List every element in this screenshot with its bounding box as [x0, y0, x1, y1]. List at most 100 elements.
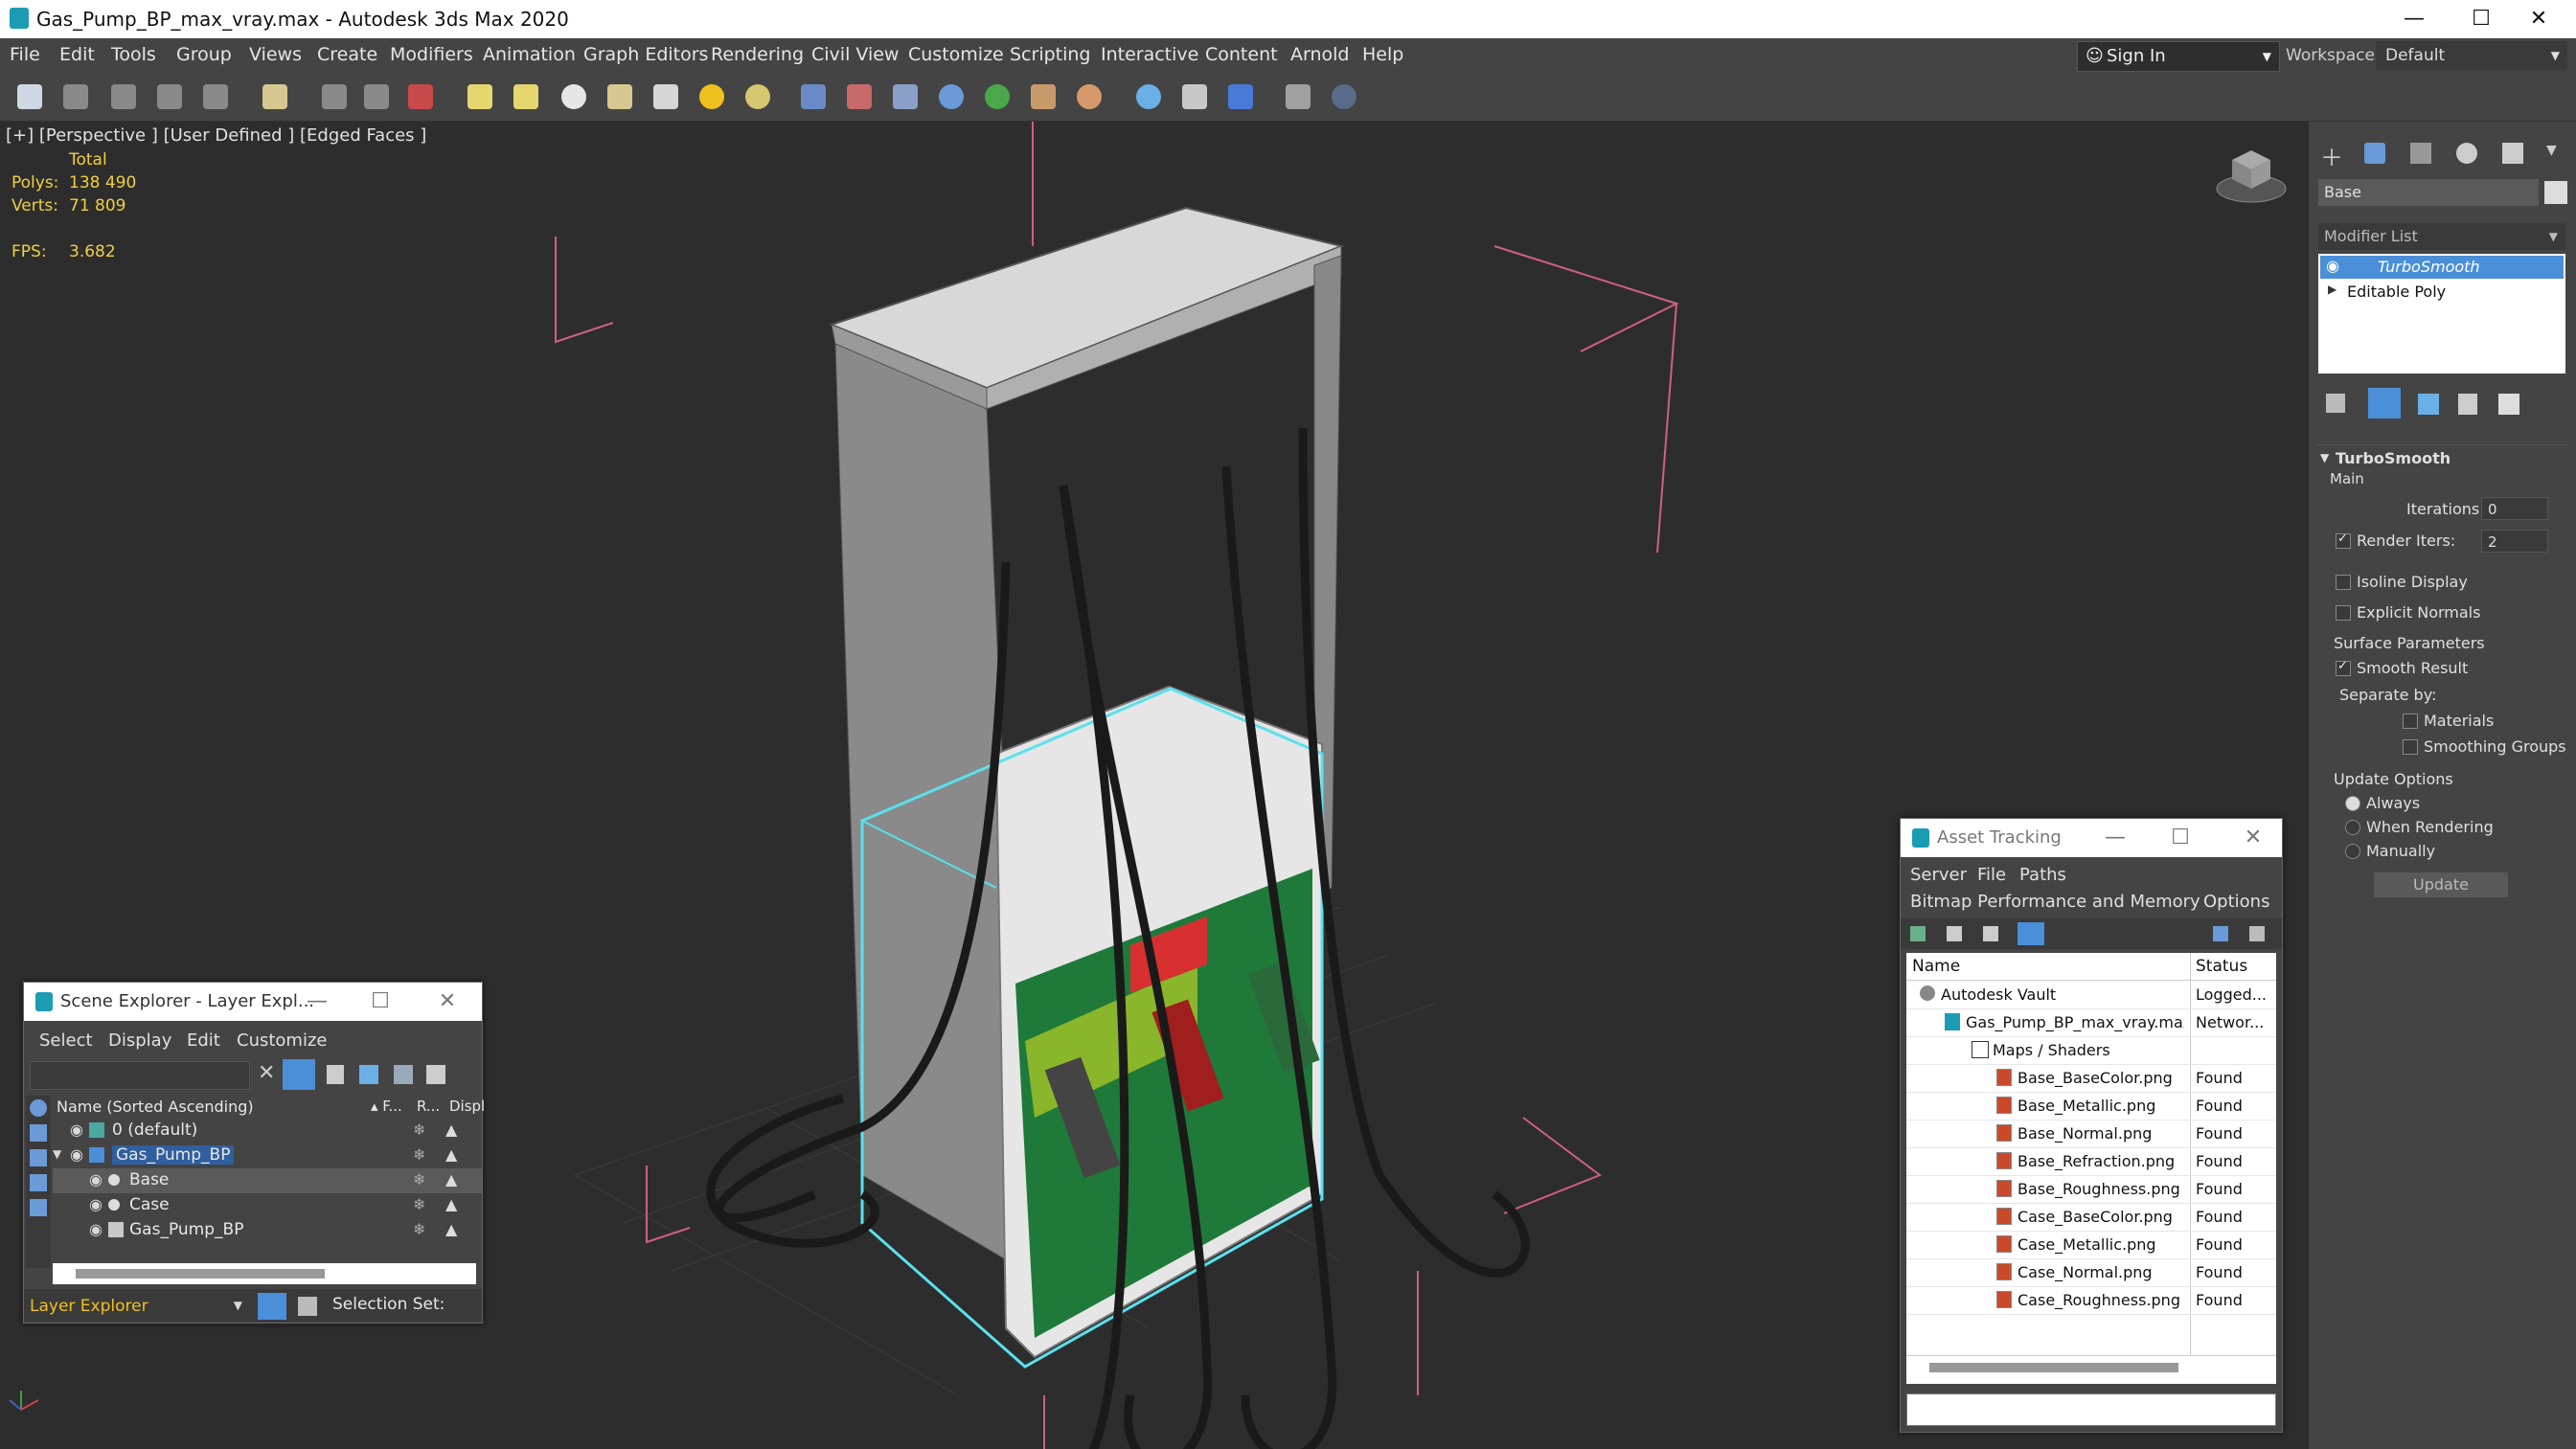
render-setup-icon[interactable] — [1077, 84, 1102, 109]
select-move-icon[interactable] — [322, 84, 347, 109]
column-display-header[interactable]: Displ — [449, 1098, 485, 1115]
select-rotate-icon[interactable] — [364, 84, 389, 109]
eye-icon[interactable]: ◉ — [89, 1195, 103, 1213]
asset-row[interactable]: Case_Metallic.png Found — [1906, 1231, 2276, 1259]
hierarchy-tab-icon[interactable] — [2410, 143, 2431, 164]
viewport-layout-icon[interactable] — [1286, 84, 1311, 109]
se-menu-display[interactable]: Display — [108, 1030, 171, 1051]
asset-row[interactable]: Base_Metallic.png Found — [1906, 1092, 2276, 1121]
hierarchy-icon[interactable] — [426, 1065, 445, 1084]
menu-animation[interactable]: Animation — [483, 44, 576, 65]
collapse-arrow-icon[interactable]: ▼ — [2320, 451, 2329, 464]
menu-customize[interactable]: Customize — [908, 44, 1004, 65]
object-row-selected[interactable]: ◉ Base ❄ ▲ — [53, 1168, 482, 1193]
workspace-select[interactable]: Default ▼ — [2376, 41, 2567, 70]
undo-icon[interactable] — [17, 84, 42, 109]
menu-views[interactable]: Views — [249, 44, 302, 65]
iterations-spinner[interactable]: 0 — [2481, 497, 2548, 520]
eye-icon[interactable]: ◉ — [89, 1220, 103, 1238]
select-scale-icon[interactable] — [408, 84, 433, 109]
render-frame-icon[interactable] — [1182, 84, 1207, 109]
sphere-icon[interactable] — [513, 84, 538, 109]
chevron-down-icon[interactable]: ▼ — [2546, 143, 2557, 158]
render-icon[interactable] — [1136, 84, 1161, 109]
remove-modifier-icon[interactable] — [2458, 394, 2477, 415]
link-icon[interactable] — [111, 84, 136, 109]
stack-item-editable-poly[interactable]: ▶ Editable Poly — [2320, 281, 2564, 304]
render-icon[interactable]: ▲ — [445, 1121, 457, 1139]
menu-arnold[interactable]: Arnold — [1290, 44, 1349, 65]
column-freeze-header[interactable]: ▴ F... — [371, 1098, 402, 1115]
render-iters-checkbox[interactable]: ✓ — [2336, 532, 2351, 549]
freeze-icon[interactable]: ❄ — [413, 1121, 425, 1139]
menu-modifiers[interactable]: Modifiers — [390, 44, 473, 65]
column-status-header[interactable]: Status — [2196, 957, 2247, 976]
freeze-icon[interactable]: ❄ — [413, 1170, 425, 1189]
render-icon[interactable]: ▲ — [445, 1220, 457, 1238]
close-button[interactable]: ✕ — [2500, 0, 2576, 38]
update-button[interactable]: Update — [2374, 872, 2508, 897]
se-menu-customize[interactable]: Customize — [237, 1030, 327, 1051]
snap-icon[interactable] — [801, 84, 826, 109]
eye-icon[interactable]: ◉ — [70, 1145, 83, 1164]
help-icon[interactable] — [2213, 926, 2228, 941]
at-menu-server[interactable]: Server — [1910, 865, 1967, 885]
at-menu-file[interactable]: File — [1977, 865, 2006, 885]
scene-explorer-titlebar[interactable]: Scene Explorer - Layer Expl... — ☐ ✕ — [24, 983, 482, 1021]
sign-in-dropdown[interactable]: ☺ Sign In ▼ — [2077, 41, 2280, 72]
asset-row[interactable]: Maps / Shaders — [1906, 1036, 2276, 1065]
mirror-icon[interactable] — [847, 84, 872, 109]
search-input[interactable] — [30, 1061, 250, 1090]
when-rendering-radio[interactable] — [2345, 820, 2360, 835]
freeze-icon[interactable]: ❄ — [413, 1195, 425, 1213]
column-render-header[interactable]: R... — [417, 1098, 440, 1115]
se-menu-select[interactable]: Select — [39, 1030, 93, 1051]
asset-row[interactable]: Autodesk Vault Logged... — [1906, 981, 2276, 1009]
explicit-normals-checkbox[interactable] — [2336, 605, 2351, 621]
maximize-button[interactable]: ☐ — [2159, 819, 2201, 857]
column-name-header[interactable]: Name (Sorted Ascending) — [57, 1098, 254, 1116]
horizontal-scrollbar[interactable] — [53, 1263, 476, 1284]
render-icon[interactable]: ▲ — [445, 1195, 457, 1213]
menu-content[interactable]: Content — [1205, 44, 1278, 65]
asset-row[interactable]: Gas_Pump_BP_max_vray.max Networ... — [1906, 1008, 2276, 1037]
select-filter-icon[interactable] — [262, 84, 287, 109]
collapse-arrow-icon[interactable]: ▼ — [53, 1147, 61, 1161]
object-name-field[interactable]: Base — [2318, 179, 2539, 206]
at-menu-paths[interactable]: Paths — [2019, 865, 2066, 885]
manually-radio[interactable] — [2345, 844, 2360, 859]
menu-interactive[interactable]: Interactive — [1101, 44, 1198, 65]
asset-row[interactable]: Case_Roughness.png Found — [1906, 1286, 2276, 1315]
menu-graph-editors[interactable]: Graph Editors — [583, 44, 708, 65]
add-layer-icon[interactable] — [359, 1065, 378, 1084]
smoothing-groups-checkbox[interactable] — [2403, 739, 2418, 755]
modify-tab-icon[interactable] — [2364, 143, 2385, 164]
schematic-icon[interactable] — [985, 84, 1010, 109]
curve-editor-icon[interactable] — [1031, 84, 1056, 109]
list-view-icon[interactable] — [1947, 926, 1962, 941]
close-button[interactable]: ✕ — [426, 983, 468, 1021]
materials-checkbox[interactable] — [2403, 713, 2418, 729]
show-end-result-icon[interactable] — [2368, 388, 2401, 419]
pin-stack-icon[interactable] — [2326, 394, 2345, 413]
stack-item-turbosmooth[interactable]: ◉ TurboSmooth — [2320, 256, 2564, 279]
layers-icon[interactable] — [394, 1065, 413, 1084]
create-tab-icon[interactable]: ＋ — [2320, 139, 2343, 172]
asset-tracking-titlebar[interactable]: Asset Tracking — ☐ ✕ — [1901, 819, 2282, 857]
asset-row[interactable]: Base_Refraction.png Found — [1906, 1147, 2276, 1176]
layer-row[interactable]: ▼ ◉ Gas_Pump_BP ❄ ▲ — [53, 1143, 482, 1168]
display-cameras-icon[interactable] — [30, 1174, 47, 1191]
object-color-swatch[interactable] — [2544, 181, 2567, 204]
render-icon[interactable]: ▲ — [445, 1170, 457, 1189]
cone-icon[interactable] — [653, 84, 678, 109]
explorer-mode-dropdown[interactable]: Layer Explorer ▼ — [28, 1295, 248, 1318]
rollout-title[interactable]: TurboSmooth — [2336, 449, 2451, 467]
minimize-button[interactable]: — — [296, 983, 338, 1021]
menu-edit[interactable]: Edit — [59, 44, 95, 65]
object-row[interactable]: ◉ Gas_Pump_BP ❄ ▲ — [53, 1218, 482, 1243]
asset-row[interactable]: Base_BaseColor.png Found — [1906, 1064, 2276, 1093]
active-shade-icon[interactable] — [1228, 84, 1253, 109]
at-menu-bitmap-performance[interactable]: Bitmap Performance and Memory — [1910, 892, 2200, 912]
filter-icon[interactable] — [283, 1059, 315, 1090]
modifier-list-dropdown[interactable]: Modifier List ▼ — [2318, 223, 2565, 250]
